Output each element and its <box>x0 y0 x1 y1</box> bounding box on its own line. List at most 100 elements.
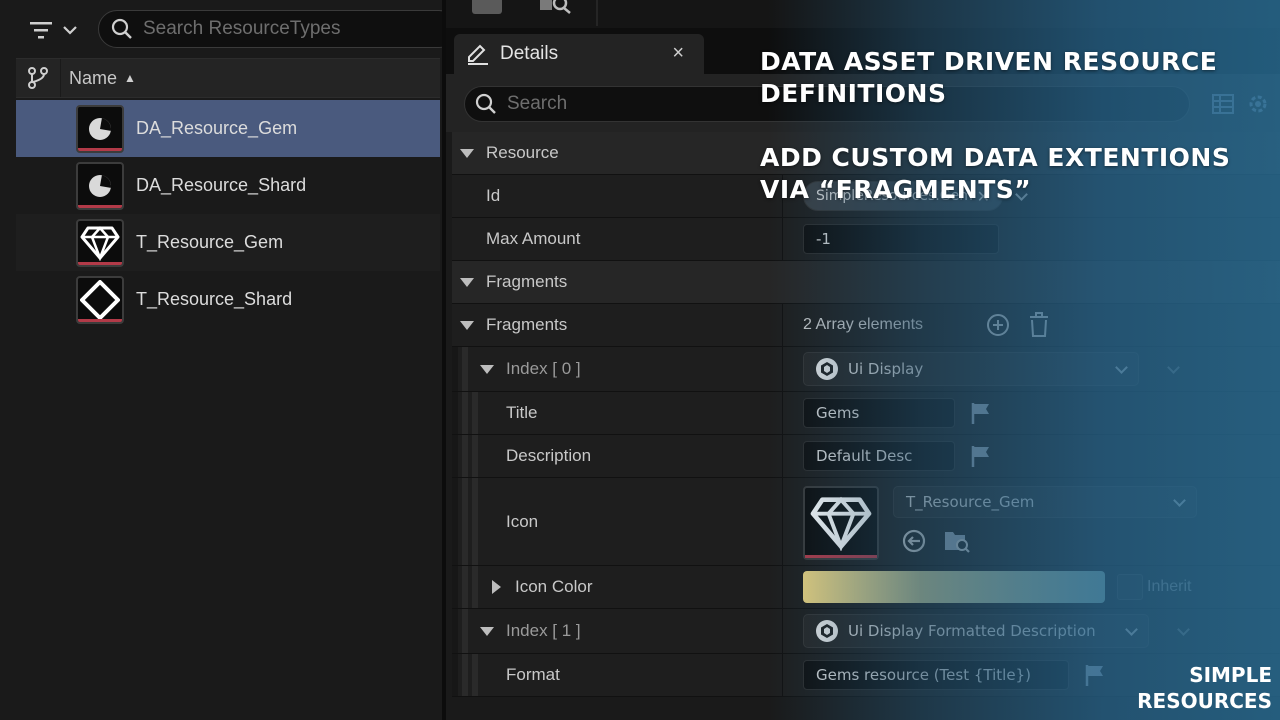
category-fragments[interactable]: Fragments <box>452 261 1280 304</box>
shard-texture-icon <box>76 275 124 324</box>
property-label: Description <box>506 446 592 465</box>
expand-arrow-icon[interactable] <box>492 580 501 594</box>
expand-arrow-icon[interactable] <box>480 626 494 636</box>
asset-label: DA_Resource_Gem <box>136 118 298 138</box>
column-separator <box>60 59 61 97</box>
brand-logo: SIMPLE RESOURCES <box>1137 662 1272 714</box>
element-menu-chevron-icon[interactable] <box>1167 360 1180 374</box>
asset-list: DA_Resource_Gem DA_Resource_Shard T_Reso… <box>16 100 440 328</box>
browse-icon[interactable] <box>540 0 572 14</box>
tab-details[interactable]: Details × <box>454 34 704 74</box>
property-label: Icon <box>506 511 539 531</box>
unreal-class-icon <box>816 620 838 642</box>
property-icon-color: Icon Color Inherit <box>452 566 1280 609</box>
caption-line-2: ADD CUSTOM DATA EXTENTIONS VIA “FRAGMENT… <box>760 143 1231 204</box>
inherit-checkbox[interactable] <box>1117 574 1143 600</box>
element-label: Index [ 1 ] <box>506 621 581 640</box>
category-label: Resource <box>486 143 559 162</box>
fragment-type-value: Ui Display Formatted Description <box>848 622 1096 640</box>
close-icon[interactable]: × <box>672 42 684 65</box>
gem-texture-icon <box>810 496 872 551</box>
chevron-down-icon <box>63 26 77 35</box>
fragment-type-value: Ui Display <box>848 360 924 378</box>
use-selected-asset-icon[interactable] <box>901 528 927 554</box>
expand-arrow-icon[interactable] <box>460 148 474 158</box>
data-asset-icon <box>76 104 124 153</box>
filter-button[interactable] <box>28 16 84 44</box>
expand-arrow-icon[interactable] <box>480 364 494 374</box>
source-control-column[interactable] <box>16 66 60 90</box>
chevron-down-icon <box>1115 360 1128 374</box>
fragment-type-dropdown[interactable]: Ui Display Formatted Description <box>803 614 1149 648</box>
editor-toolbar <box>446 0 1280 28</box>
expand-arrow-icon[interactable] <box>460 277 474 287</box>
sort-ascending-icon[interactable]: ▲ <box>124 71 136 85</box>
array-element-index-1: Index [ 1 ] Ui Display Formatted Descrip… <box>452 609 1280 654</box>
description-input[interactable]: Default Desc <box>803 441 955 471</box>
content-browser-toolbar: Search ResourceTypes <box>0 0 458 58</box>
asset-label: DA_Resource_Shard <box>136 175 307 195</box>
icon-asset-value: T_Resource_Gem <box>906 493 1035 511</box>
array-element-index-0: Index [ 0 ] Ui Display <box>452 347 1280 392</box>
property-list: Resource Id SimpleResources.Gem ✕ Max Am… <box>452 132 1280 697</box>
element-label: Index [ 0 ] <box>506 359 581 378</box>
description-value: Default Desc <box>816 447 913 465</box>
flag-icon[interactable] <box>1083 663 1107 687</box>
max-amount-input[interactable]: -1 <box>803 224 999 254</box>
data-asset-icon <box>76 161 124 210</box>
name-column-header[interactable]: Name <box>69 68 117 89</box>
property-label: Fragments <box>486 315 568 334</box>
title-input[interactable]: Gems <box>803 398 955 428</box>
brand-line-2: RESOURCES <box>1137 689 1272 713</box>
icon-thumbnail[interactable] <box>803 486 879 560</box>
browse-asset-icon[interactable] <box>943 528 971 554</box>
property-label: Id <box>486 186 501 205</box>
asset-label: T_Resource_Shard <box>136 289 293 309</box>
property-label: Title <box>506 403 538 422</box>
search-resource-types-input[interactable]: Search ResourceTypes <box>98 10 458 48</box>
save-icon[interactable] <box>472 0 502 14</box>
search-icon <box>475 93 496 114</box>
array-count: 2 Array elements <box>803 316 924 333</box>
expand-arrow-icon[interactable] <box>460 320 474 330</box>
property-label: Format <box>506 665 560 684</box>
column-header: Name ▲ <box>16 58 440 98</box>
filter-icon <box>30 22 52 39</box>
flag-icon[interactable] <box>969 401 993 425</box>
max-amount-value: -1 <box>816 230 831 248</box>
title-value: Gems <box>816 404 860 422</box>
property-max-amount: Max Amount -1 <box>452 218 1280 261</box>
pencil-icon <box>468 44 488 65</box>
asset-label: T_Resource_Gem <box>136 232 284 252</box>
search-icon <box>111 18 132 39</box>
property-description: Description Default Desc <box>452 435 1280 478</box>
asset-row-da-resource-gem[interactable]: DA_Resource_Gem <box>16 100 440 157</box>
property-label: Icon Color <box>515 577 593 596</box>
asset-row-da-resource-shard[interactable]: DA_Resource_Shard <box>16 157 440 214</box>
element-menu-chevron-icon[interactable] <box>1177 622 1190 636</box>
category-label: Fragments <box>486 272 568 291</box>
icon-asset-picker[interactable]: T_Resource_Gem <box>893 486 1197 518</box>
search-placeholder: Search ResourceTypes <box>143 18 341 39</box>
format-value: Gems resource (Test {Title}) <box>816 666 1031 684</box>
format-input[interactable]: Gems resource (Test {Title}) <box>803 660 1069 690</box>
property-title: Title Gems <box>452 392 1280 435</box>
search-placeholder: Search <box>507 93 568 114</box>
branch-icon <box>28 67 48 89</box>
add-element-icon[interactable] <box>985 312 1011 338</box>
asset-row-t-resource-shard[interactable]: T_Resource_Shard <box>16 271 440 328</box>
inherit-label: Inherit <box>1147 578 1192 595</box>
toolbar-separator <box>596 0 598 26</box>
icon-color-swatch[interactable] <box>803 571 1105 603</box>
gem-texture-icon <box>76 218 124 267</box>
asset-row-t-resource-gem[interactable]: T_Resource_Gem <box>16 214 440 271</box>
content-browser-panel: Search ResourceTypes Name ▲ DA_Resource_… <box>0 0 458 720</box>
caption-line-1: DATA ASSET DRIVEN RESOURCE DEFINITIONS <box>760 47 1218 108</box>
property-label: Max Amount <box>486 229 581 248</box>
flag-icon[interactable] <box>969 444 993 468</box>
trash-icon[interactable] <box>1027 312 1051 338</box>
brand-line-1: SIMPLE <box>1189 663 1272 687</box>
fragment-type-dropdown[interactable]: Ui Display <box>803 352 1139 386</box>
chevron-down-icon <box>1125 622 1138 636</box>
video-caption: DATA ASSET DRIVEN RESOURCE DEFINITIONS A… <box>760 46 1270 206</box>
